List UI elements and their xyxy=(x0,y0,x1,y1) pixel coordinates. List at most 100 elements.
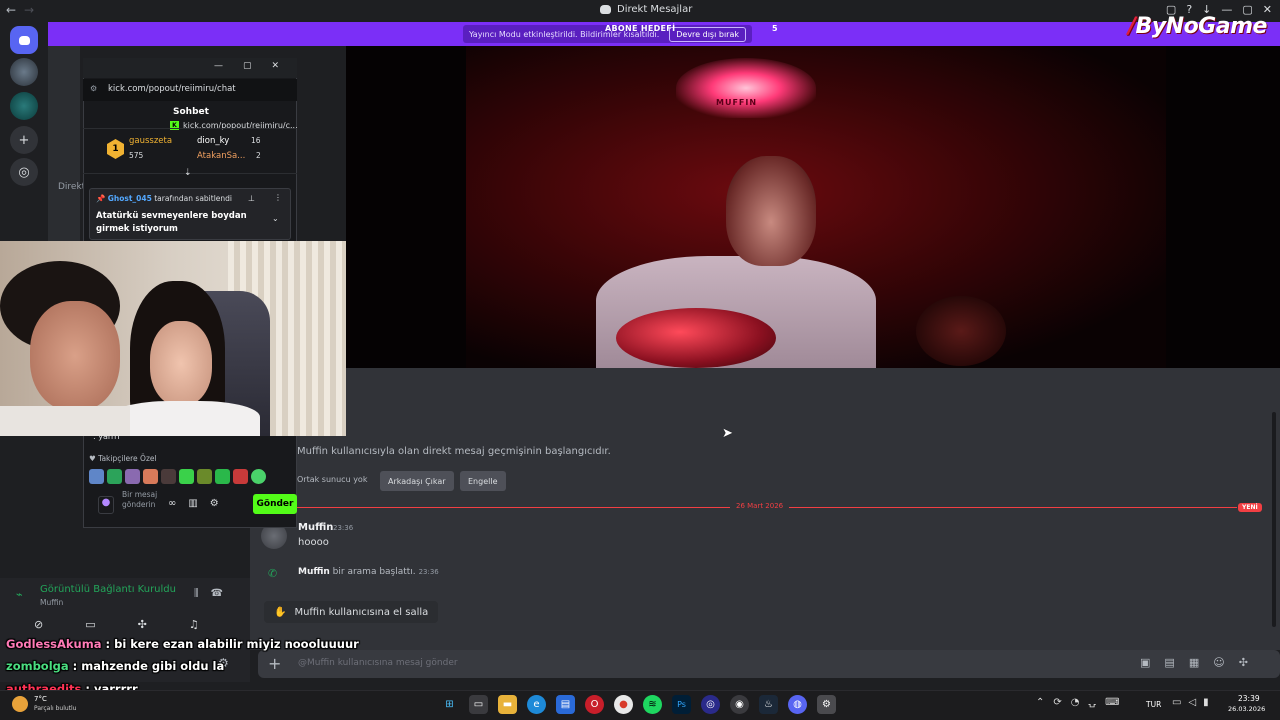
camera-off-icon[interactable]: ⊘ xyxy=(34,618,43,631)
maximize-button[interactable]: ▢ xyxy=(243,61,252,71)
server-avatar-icon[interactable] xyxy=(10,58,38,86)
screen-share-icon[interactable]: ▭ xyxy=(85,618,95,631)
person-face xyxy=(30,301,120,411)
back-arrow-icon[interactable]: ← xyxy=(6,3,16,17)
attach-plus-icon[interactable]: + xyxy=(268,654,281,673)
chevron-up-icon[interactable]: ⌃ xyxy=(1036,697,1044,708)
soundboard-icon[interactable]: ♫ xyxy=(189,618,199,631)
activities-icon[interactable]: ✣ xyxy=(138,618,147,631)
emote-icon[interactable] xyxy=(89,469,104,484)
keyboard-icon[interactable]: ⌨ xyxy=(1105,697,1119,708)
settings-gear-icon[interactable]: ⚙ xyxy=(210,498,219,509)
leaderboard-user[interactable]: AtakanSa... xyxy=(197,151,245,161)
neon-sign-text: MUFFIN xyxy=(716,98,758,107)
emote-icon[interactable] xyxy=(251,469,266,484)
gif-icon[interactable]: ▤ xyxy=(1164,656,1174,669)
forward-arrow-icon[interactable]: → xyxy=(24,3,34,17)
weather-text[interactable]: Parçalı bulutlu xyxy=(34,705,76,712)
kick-window-controls: — ▢ ✕ xyxy=(214,61,279,71)
pinned-message-text: Atatürkü sevmeyenlere boydan girmek isti… xyxy=(96,211,247,234)
discord-icon[interactable]: ◍ xyxy=(788,695,807,714)
mouse-cursor-icon: ➤ xyxy=(722,426,733,441)
steam-icon[interactable]: ♨ xyxy=(759,695,778,714)
more-options-icon[interactable]: ⋮ xyxy=(274,193,282,202)
message-timestamp: 23:36 xyxy=(333,524,354,532)
close-button[interactable]: ✕ xyxy=(272,61,280,71)
server-avatar-icon[interactable] xyxy=(10,92,38,120)
block-button[interactable]: Engelle xyxy=(460,471,506,491)
chevron-down-icon[interactable]: ⌄ xyxy=(272,214,279,223)
voice-status[interactable]: Görüntülü Bağlantı Kuruldu xyxy=(40,584,176,595)
weather-icon[interactable] xyxy=(12,696,28,712)
spotify-icon[interactable]: ≋ xyxy=(643,695,662,714)
edge-icon[interactable]: e xyxy=(527,695,546,714)
sticker-icon[interactable]: ▦ xyxy=(1189,656,1199,669)
expand-chevron-icon[interactable]: ⇣ xyxy=(184,168,192,178)
emote-icon[interactable] xyxy=(215,469,230,484)
send-button[interactable]: Gönder xyxy=(253,494,297,514)
discover-compass-icon[interactable]: ◎ xyxy=(10,158,38,186)
video-stream[interactable]: MUFFIN xyxy=(346,46,1280,368)
message-text: hoooo xyxy=(298,537,329,548)
message-author[interactable]: Muffin xyxy=(298,522,333,533)
person-face xyxy=(150,321,212,406)
gift-icon[interactable]: ▣ xyxy=(1140,656,1150,669)
apps-icon[interactable]: ✣ xyxy=(1239,656,1248,669)
volume-icon[interactable]: ◁ xyxy=(1188,697,1196,708)
store-icon[interactable]: ▤ xyxy=(556,695,575,714)
disconnect-icon[interactable]: ☎ xyxy=(211,588,223,599)
settings-gear-icon[interactable]: ⚙ xyxy=(817,695,836,714)
kick-url-text[interactable]: kick.com/popout/reiimiru/chat xyxy=(108,84,236,94)
file-explorer-icon[interactable]: ▬ xyxy=(498,695,517,714)
battery-icon[interactable]: ▮ xyxy=(1203,697,1209,708)
emoji-icon[interactable]: ☺ xyxy=(1213,656,1224,669)
minimize-button[interactable]: — xyxy=(214,61,223,71)
store-icon[interactable]: ▥ xyxy=(188,498,197,509)
overlay-chat-line: zombolga : mahzende gibi oldu la xyxy=(6,659,225,673)
weather-temp[interactable]: 7°C xyxy=(34,695,47,703)
github-icon[interactable]: ◉ xyxy=(730,695,749,714)
site-info-icon[interactable]: ⚙ xyxy=(90,84,97,93)
emote-icon[interactable] xyxy=(125,469,140,484)
remove-friend-button[interactable]: Arkadaşı Çıkar xyxy=(380,471,454,491)
add-server-icon[interactable]: + xyxy=(10,126,38,154)
microphone-icon[interactable]: ⍽ xyxy=(1089,697,1097,708)
direct-messages-icon[interactable] xyxy=(10,26,38,54)
phone-icon: ✆ xyxy=(268,567,278,580)
signal-icon[interactable]: ⌁ xyxy=(16,588,23,601)
emote-icon[interactable] xyxy=(161,469,176,484)
kick-message-input[interactable]: Bir mesaj gönderin xyxy=(122,490,162,510)
emote-icon[interactable] xyxy=(107,469,122,484)
clock-date[interactable]: 26.03.2026 xyxy=(1228,705,1265,713)
app-tray-icon[interactable]: ◔ xyxy=(1071,697,1080,708)
chrome-icon[interactable]: ● xyxy=(614,695,633,714)
scrollbar[interactable] xyxy=(1272,412,1276,627)
start-icon[interactable]: ⊞ xyxy=(440,695,459,714)
kick-input-icons: ∞ ▥ ⚙ xyxy=(168,498,219,509)
obs-icon[interactable]: ◎ xyxy=(701,695,720,714)
pin-icon[interactable]: ⊥ xyxy=(248,194,255,203)
emote-icon[interactable] xyxy=(197,469,212,484)
emote-icon[interactable] xyxy=(179,469,194,484)
message-input[interactable]: @Muffin kullanıcısına mesaj gönder xyxy=(298,658,458,668)
disable-streamer-mode-button[interactable]: Devre dışı bırak xyxy=(669,26,746,42)
language-indicator[interactable]: TUR xyxy=(1146,700,1161,709)
infinity-icon[interactable]: ∞ xyxy=(168,498,176,509)
network-icon[interactable]: ▭ xyxy=(1172,697,1181,708)
leaderboard-user[interactable]: dion_ky xyxy=(197,136,229,146)
wave-button[interactable]: ✋ Muffin kullanıcısına el salla xyxy=(264,601,439,623)
window-title: Direkt Mesajlar xyxy=(617,4,693,15)
opera-icon[interactable]: O xyxy=(585,695,604,714)
photoshop-icon[interactable]: Ps xyxy=(672,695,691,714)
voice-buttons: ⊘ ▭ ✣ ♫ xyxy=(34,618,199,631)
leaderboard-count: 16 xyxy=(251,136,261,145)
emote-icon[interactable] xyxy=(233,469,248,484)
microphone-icon[interactable]: ● xyxy=(98,496,114,514)
sync-icon[interactable]: ⟳ xyxy=(1053,697,1061,708)
clock-time[interactable]: 23:39 xyxy=(1238,694,1260,703)
emote-icon[interactable] xyxy=(143,469,158,484)
leaderboard-count: 2 xyxy=(256,151,261,160)
leaderboard-user[interactable]: gausszeta xyxy=(129,136,172,146)
task-view-icon[interactable]: ▭ xyxy=(469,695,488,714)
noise-suppression-icon[interactable]: ⫼ xyxy=(194,588,199,599)
